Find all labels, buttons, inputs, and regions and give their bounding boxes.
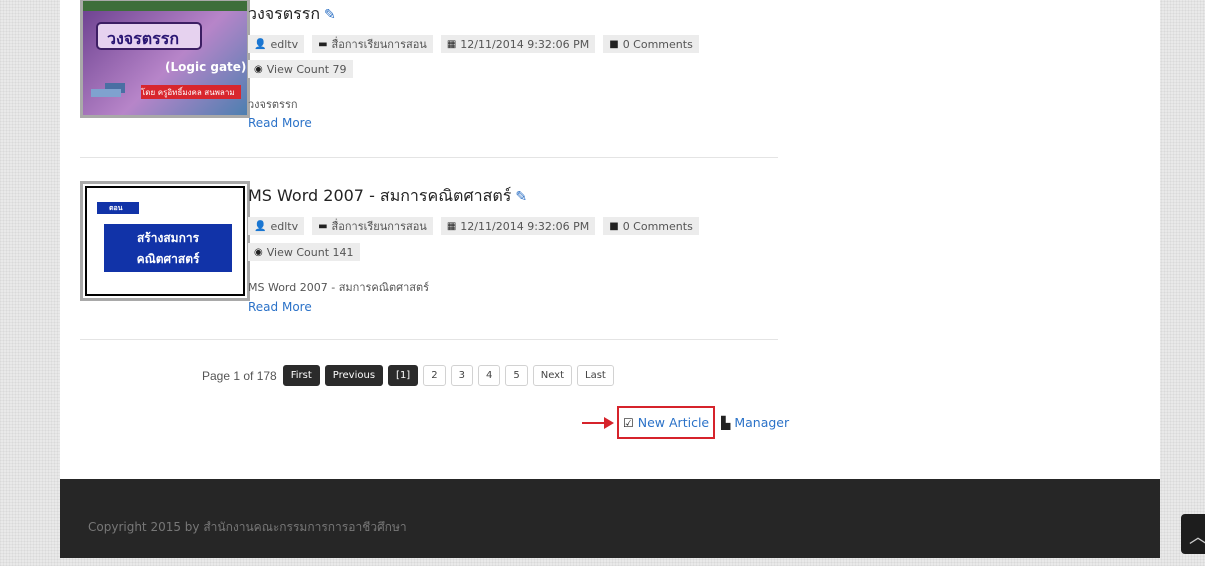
read-more-link[interactable]: Read More xyxy=(248,116,312,130)
author-name: edltv xyxy=(270,37,299,51)
article-excerpt: วงจรตรรก xyxy=(248,98,298,111)
thumb-line1: สร้างสมการ xyxy=(136,231,200,245)
page-3-button[interactable]: 3 xyxy=(450,365,473,386)
eye-icon: ◉ xyxy=(254,246,263,258)
page-2-button[interactable]: 2 xyxy=(423,365,446,386)
manager-link[interactable]: Manager xyxy=(734,415,789,430)
article-title-link[interactable]: วงจรตรรก xyxy=(248,4,320,23)
date-tag: ▦ 12/11/2014 9:32:06 PM xyxy=(440,35,596,53)
views-tag: ◉ View Count 141 xyxy=(248,243,360,261)
comments-count: 0 Comments xyxy=(622,219,693,233)
new-article-link[interactable]: New Article xyxy=(638,415,709,430)
page-count-label: Page 1 of 178 xyxy=(202,368,277,383)
chevron-up-icon: ︿ xyxy=(1189,523,1205,549)
comments-tag: ■ 0 Comments xyxy=(603,35,699,53)
document-icon: ▙ xyxy=(721,415,731,430)
divider xyxy=(80,157,778,158)
pagination: Page 1 of 178 First Previous [1] 2 3 4 5… xyxy=(202,365,614,386)
category-name: สื่อการเรียนการสอน xyxy=(331,220,427,233)
user-icon: 👤 xyxy=(254,38,267,50)
arrow-pointer-icon xyxy=(582,416,616,429)
article-thumbnail[interactable]: ตอน สร้างสมการ คณิตศาสตร์ xyxy=(80,181,250,301)
article-meta: 👤 edltv ▬ สื่อการเรียนการสอน ▦ 12/11/2014 9… xyxy=(248,35,699,53)
current-page-button[interactable]: [1] xyxy=(388,365,419,386)
article-title-link[interactable]: MS Word 2007 - สมการคณิตศาสตร์ xyxy=(248,186,511,205)
comment-icon: ■ xyxy=(609,38,619,50)
footer: Copyright 2015 by สำนักงานคณะกรรมการการอ… xyxy=(60,479,1160,558)
pencil-icon[interactable]: ✎ xyxy=(324,7,336,23)
page-5-button[interactable]: 5 xyxy=(505,365,528,386)
category-tag: ▬ สื่อการเรียนการสอน xyxy=(312,35,433,53)
thumb-credit: โดย ครูอิทธิ์มงคล สนพลาม xyxy=(141,88,235,97)
first-page-button[interactable]: First xyxy=(282,365,320,386)
pencil-icon[interactable]: ✎ xyxy=(515,189,527,205)
thumb-badge: ตอน xyxy=(109,204,123,212)
divider xyxy=(80,339,778,340)
article-views: ◉ View Count 79 xyxy=(248,60,353,78)
view-count: View Count 79 xyxy=(266,62,347,76)
calendar-icon: ▦ xyxy=(446,38,457,50)
scroll-to-top-button[interactable]: ︿ xyxy=(1181,514,1205,554)
views-tag: ◉ View Count 79 xyxy=(248,60,353,78)
category-tag: ▬ สื่อการเรียนการสอน xyxy=(312,217,433,235)
category-name: สื่อการเรียนการสอน xyxy=(331,38,427,51)
folder-icon: ▬ xyxy=(318,38,328,50)
article-actions: ☑ New Article ▙ Manager xyxy=(582,406,789,439)
thumb-line2: คณิตศาสตร์ xyxy=(136,252,200,266)
article-excerpt: MS Word 2007 - สมการคณิตศาสตร์ xyxy=(248,281,430,294)
comments-count: 0 Comments xyxy=(622,37,693,51)
comments-tag: ■ 0 Comments xyxy=(603,217,699,235)
page-container: วงจรตรรก (Logic gate) โดย ครูอิทธิ์มงคล … xyxy=(60,0,1160,558)
copyright-text: Copyright 2015 by สำนักงานคณะกรรมการการอ… xyxy=(88,520,407,534)
thumb-title: วงจรตรรก xyxy=(107,29,180,48)
page-4-button[interactable]: 4 xyxy=(477,365,501,386)
manager-button[interactable]: ▙ Manager xyxy=(721,415,789,430)
date-value: 12/11/2014 9:32:06 PM xyxy=(460,219,590,233)
date-value: 12/11/2014 9:32:06 PM xyxy=(460,37,590,51)
article-title[interactable]: MS Word 2007 - สมการคณิตศาสตร์ ✎ xyxy=(248,184,527,209)
view-count: View Count 141 xyxy=(266,245,354,259)
eye-icon: ◉ xyxy=(254,63,263,75)
folder-icon: ▬ xyxy=(318,220,328,232)
article-views: ◉ View Count 141 xyxy=(248,243,360,261)
new-article-button[interactable]: ☑ New Article xyxy=(617,406,716,439)
next-page-button[interactable]: Next xyxy=(532,365,573,386)
author-tag: 👤 edltv xyxy=(248,217,305,235)
article-thumbnail[interactable]: วงจรตรรก (Logic gate) โดย ครูอิทธิ์มงคล … xyxy=(80,0,250,118)
article-title[interactable]: วงจรตรรก ✎ xyxy=(248,2,336,27)
user-icon: 👤 xyxy=(254,220,267,232)
read-more-link[interactable]: Read More xyxy=(248,300,312,314)
previous-page-button[interactable]: Previous xyxy=(324,365,384,386)
edit-square-icon: ☑ xyxy=(623,415,634,430)
date-tag: ▦ 12/11/2014 9:32:06 PM xyxy=(440,217,596,235)
author-tag: 👤 edltv xyxy=(248,35,305,53)
article-meta: 👤 edltv ▬ สื่อการเรียนการสอน ▦ 12/11/2014 9… xyxy=(248,217,699,235)
thumb-subtitle: (Logic gate) xyxy=(165,60,247,74)
calendar-icon: ▦ xyxy=(446,220,457,232)
comment-icon: ■ xyxy=(609,220,619,232)
author-name: edltv xyxy=(270,219,299,233)
last-page-button[interactable]: Last xyxy=(577,365,614,386)
